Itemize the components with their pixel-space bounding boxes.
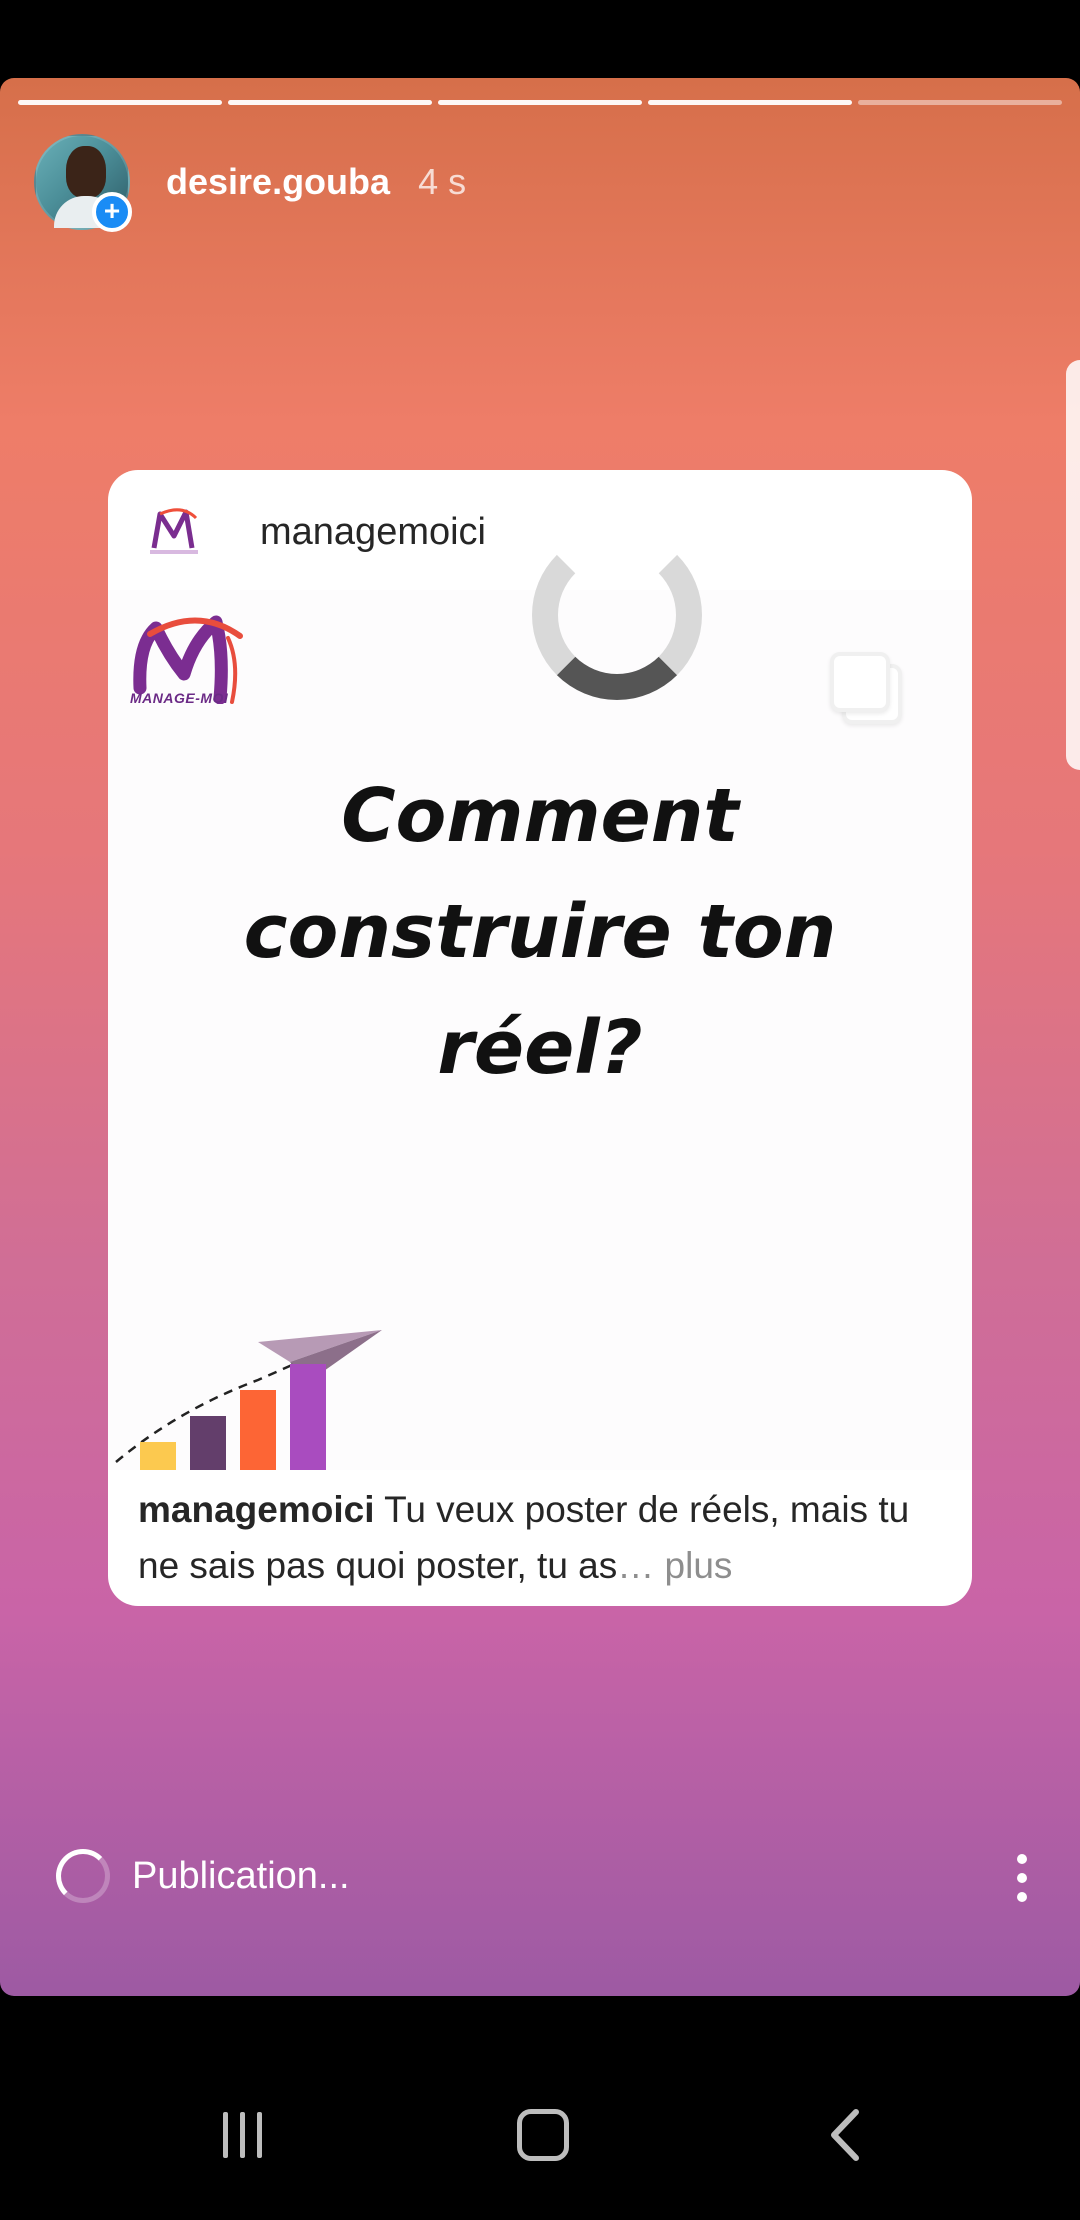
story-progress-segment [858, 100, 1062, 105]
story-progress-segment [648, 100, 852, 105]
managemoici-avatar-logo[interactable] [146, 504, 202, 560]
post-header: managemoici [146, 500, 486, 564]
recent-apps-icon[interactable] [202, 2100, 282, 2170]
caption-more-link[interactable]: plus [654, 1545, 733, 1586]
carousel-multiple-icon [830, 652, 902, 728]
story-progress-segment [438, 100, 642, 105]
story-username[interactable]: desire.gouba [166, 161, 390, 203]
caption-ellipsis: … [617, 1545, 655, 1586]
publishing-status-text: Publication... [132, 1854, 350, 1897]
add-story-plus-icon[interactable]: + [92, 192, 132, 232]
post-username[interactable]: managemoici [260, 511, 486, 554]
publishing-status: Publication... [56, 1846, 350, 1906]
story-progress-bar [18, 100, 1062, 105]
story-header: + desire.gouba 4 s [34, 134, 467, 232]
manage-moi-logo-text: MANAGE-MOI [130, 690, 229, 706]
story-timestamp: 4 s [418, 161, 467, 202]
story-progress-segment [18, 100, 222, 105]
growth-chart-illustration [115, 1330, 382, 1470]
home-icon[interactable] [503, 2100, 583, 2170]
story-progress-segment [228, 100, 432, 105]
post-caption[interactable]: managemoici Tu veux poster de réels, mai… [138, 1482, 958, 1594]
avatar-photo [66, 146, 106, 198]
avatar[interactable]: + [34, 134, 132, 232]
story-viewer[interactable]: + desire.gouba 4 s managemoici MANAGE-MO… [0, 78, 1080, 1996]
post-media[interactable]: MANAGE-MOI Comment construire ton réel? [108, 530, 972, 1470]
manage-moi-logo: MANAGE-MOI [128, 614, 256, 738]
side-handle[interactable] [1066, 360, 1080, 770]
caption-username[interactable]: managemoici [138, 1489, 374, 1530]
loading-arc-icon [532, 530, 702, 700]
shared-post-card[interactable]: managemoici MANAGE-MOI Comment construir… [108, 470, 972, 1606]
more-vertical-icon[interactable] [1014, 1854, 1030, 1902]
back-icon[interactable] [806, 2100, 886, 2170]
post-headline: Comment construire ton réel? [243, 773, 837, 1091]
system-nav-bar [0, 2040, 1080, 2220]
loading-spinner-icon [56, 1849, 110, 1903]
